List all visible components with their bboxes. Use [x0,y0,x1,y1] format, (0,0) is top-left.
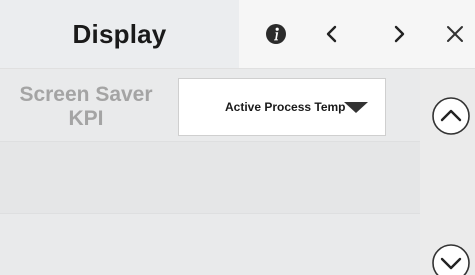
dropdown-selected-value: Active Process Temp [225,100,346,114]
setting-label-line1: Screen Saver [19,83,153,106]
setting-row-screen-saver-kpi: Screen Saver KPI Active Process Temp [0,69,420,141]
title-area: Display [0,0,239,68]
close-button[interactable] [441,20,469,48]
page-title: Display [72,18,167,49]
previous-button[interactable] [318,20,346,48]
setting-label: Screen Saver KPI [0,83,172,131]
settings-list: Screen Saver KPI Active Process Temp [0,69,420,275]
setting-label-line2: KPI [68,107,104,130]
chevron-left-icon [326,25,337,43]
scroll-up-button[interactable] [431,96,471,136]
scroll-column [420,69,475,275]
next-button[interactable] [385,20,413,48]
chevron-right-icon [394,25,405,43]
chevron-up-circle-icon [432,97,470,135]
close-icon [447,26,463,42]
setting-row-empty [0,141,420,214]
setting-row-empty [0,213,420,275]
chevron-down-circle-icon [432,244,470,275]
scroll-down-button[interactable] [431,243,471,275]
caret-down-icon [344,102,368,113]
display-settings-panel: Display Screen Saver KPI Active Process … [0,0,475,275]
screen-saver-kpi-dropdown[interactable]: Active Process Temp [178,78,386,136]
info-button[interactable] [262,20,290,48]
header-bar: Display [0,0,475,69]
info-icon [266,24,286,44]
